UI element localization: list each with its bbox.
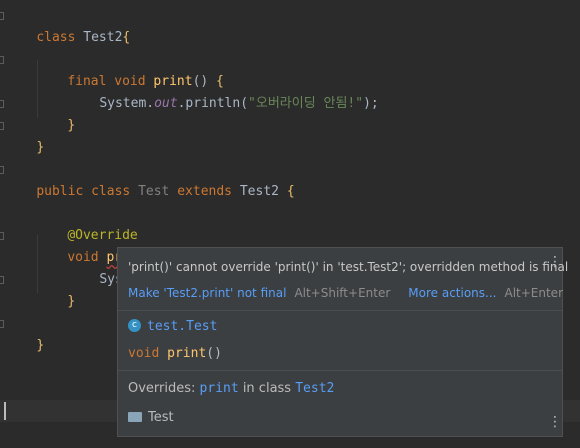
code-line-13: } (0, 269, 75, 309)
code-line-1: class Test2{ (0, 5, 130, 45)
module-row: Test (128, 410, 174, 425)
class-link[interactable]: test.Test (147, 319, 217, 334)
overridden-method-link[interactable]: print (200, 381, 239, 396)
code-line-8: public class Test extends Test2 { (0, 159, 295, 199)
class-icon: c (128, 319, 141, 332)
error-message: 'print()' cannot override 'print()' in '… (128, 260, 569, 274)
code-line-11: void print(){ (0, 225, 169, 265)
fold-marker[interactable] (0, 166, 4, 174)
fold-marker[interactable] (0, 56, 4, 64)
error-tooltip-popup[interactable]: 'print()' cannot override 'print()' in '… (117, 247, 568, 437)
fix-shortcut: Alt+Shift+Enter (294, 286, 391, 300)
fold-marker[interactable] (0, 100, 4, 108)
code-line-4: System.out.println("오버라이딩 안됨!"); (99, 96, 379, 111)
text-caret (4, 402, 6, 420)
more-options-icon[interactable]: ⋮ (548, 255, 562, 269)
more-options-icon[interactable]: ⋮ (548, 415, 562, 429)
make-not-final-link[interactable]: Make 'Test2.print' not final (128, 286, 286, 300)
code-line-5: } (0, 93, 75, 133)
divider (118, 370, 562, 371)
module-name: Test (148, 410, 174, 425)
folder-icon (128, 411, 142, 422)
fold-marker[interactable] (0, 122, 4, 130)
quick-fix-row: Make 'Test2.print' not final Alt+Shift+En… (128, 286, 580, 300)
fold-marker[interactable] (0, 320, 4, 328)
fold-marker[interactable] (0, 12, 4, 20)
divider (118, 310, 562, 311)
overrides-info: Overrides: print in class Test2 (128, 381, 335, 396)
fold-marker[interactable] (0, 276, 4, 284)
more-actions-link[interactable]: More actions... (408, 286, 496, 300)
more-actions-shortcut: Alt+Enter (504, 286, 563, 300)
code-line-6: } (0, 115, 44, 155)
method-signature: void print() (128, 346, 222, 361)
declaration-class-row: c test.Test (128, 318, 217, 336)
code-line-15: } (0, 313, 44, 353)
overridden-class-link[interactable]: Test2 (295, 381, 334, 396)
fold-marker[interactable] (0, 232, 4, 240)
code-line-10: @Override (67, 228, 138, 243)
code-line-3: final void print() { (0, 49, 224, 89)
